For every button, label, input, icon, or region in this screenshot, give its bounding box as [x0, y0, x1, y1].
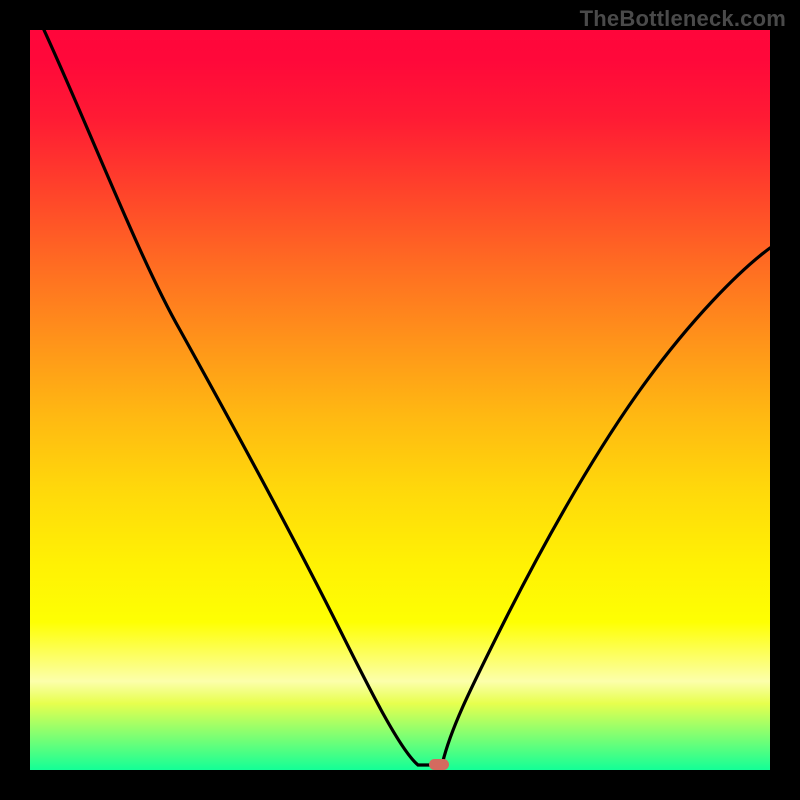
curve-path	[44, 30, 770, 765]
bottleneck-curve	[30, 30, 770, 770]
attribution-watermark: TheBottleneck.com	[580, 6, 786, 32]
optimum-marker	[429, 759, 449, 770]
chart-frame: TheBottleneck.com	[0, 0, 800, 800]
